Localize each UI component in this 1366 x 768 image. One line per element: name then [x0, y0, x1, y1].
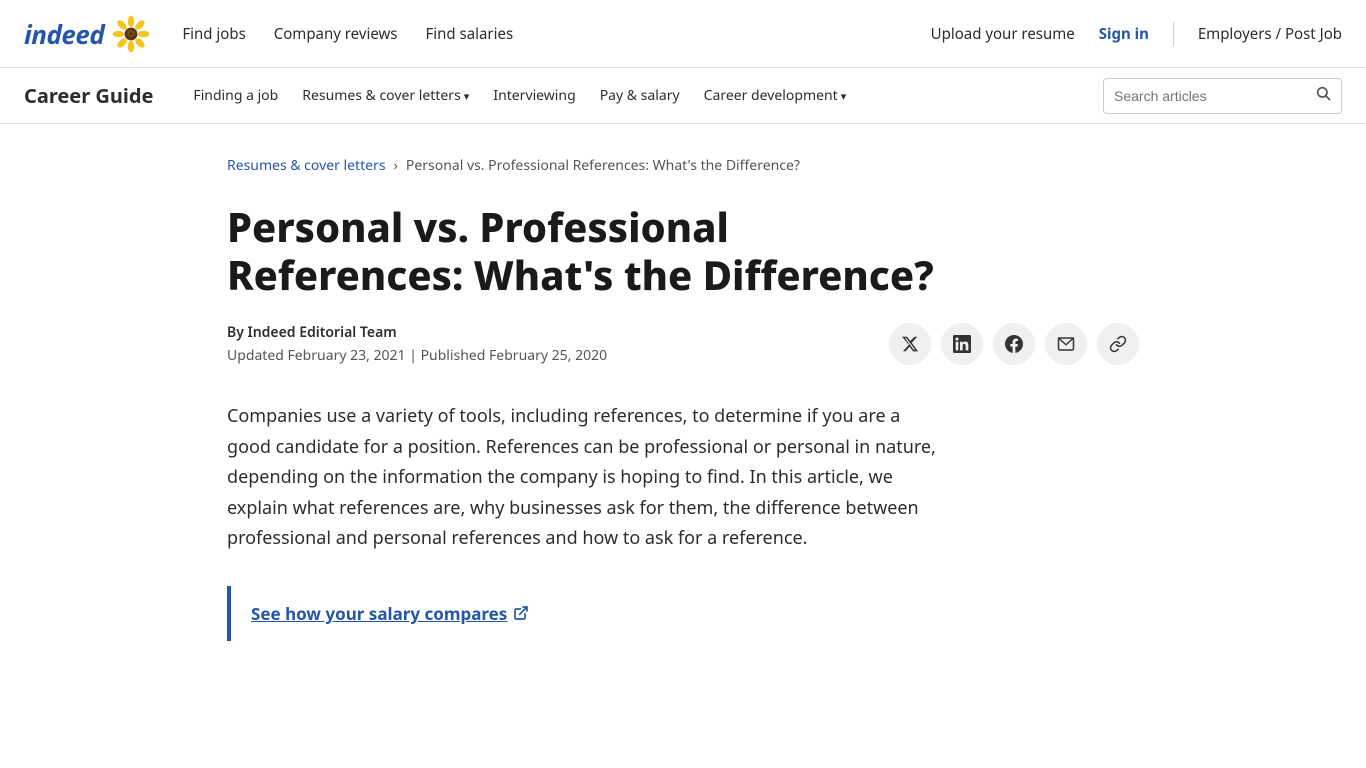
email-share-button[interactable] — [1045, 323, 1087, 365]
breadcrumb-parent-link[interactable]: Resumes & cover letters — [227, 156, 386, 175]
search-input[interactable] — [1104, 88, 1305, 104]
copy-link-button[interactable] — [1097, 323, 1139, 365]
find-jobs-link[interactable]: Find jobs — [182, 24, 245, 44]
finding-a-job-link[interactable]: Finding a job — [193, 86, 278, 105]
company-reviews-link[interactable]: Company reviews — [274, 24, 398, 44]
career-guide-title: Career Guide — [24, 82, 153, 109]
top-nav-right: Upload your resume Sign in Employers / P… — [931, 22, 1342, 46]
published-date: Published February 25, 2020 — [421, 346, 608, 365]
upload-resume-link[interactable]: Upload your resume — [931, 24, 1075, 44]
top-nav: indeed — [0, 0, 1366, 68]
indeed-logo: indeed — [24, 16, 104, 52]
search-icon — [1315, 85, 1331, 101]
salary-cta-link[interactable]: See how your salary compares — [251, 602, 529, 625]
pay-salary-link[interactable]: Pay & salary — [600, 86, 680, 105]
date-separator: | — [409, 346, 420, 365]
sunflower-icon — [112, 15, 150, 53]
article-intro: Companies use a variety of tools, includ… — [227, 401, 937, 554]
salary-cta: See how your salary compares — [227, 586, 1139, 641]
career-dropdown-arrow: ▾ — [841, 89, 847, 104]
logo-area[interactable]: indeed — [24, 15, 150, 53]
search-box[interactable] — [1103, 78, 1342, 114]
breadcrumb-separator: › — [394, 156, 398, 175]
twitter-icon — [901, 335, 919, 353]
article-title: Personal vs. Professional References: Wh… — [227, 203, 967, 299]
main-content: Resumes & cover letters › Personal vs. P… — [0, 124, 1366, 673]
sub-nav: Career Guide Finding a job Resumes & cov… — [0, 68, 1366, 124]
facebook-icon — [1005, 335, 1023, 353]
share-buttons — [889, 323, 1139, 365]
find-salaries-link[interactable]: Find salaries — [425, 24, 513, 44]
updated-date: Updated February 23, 2021 — [227, 346, 406, 365]
interviewing-link[interactable]: Interviewing — [493, 86, 575, 105]
external-link-icon — [513, 605, 529, 621]
salary-cta-label: See how your salary compares — [251, 602, 507, 625]
article-body: Companies use a variety of tools, includ… — [227, 401, 1139, 641]
resumes-cover-letters-link[interactable]: Resumes & cover letters▾ — [302, 86, 469, 105]
link-icon — [1109, 335, 1127, 353]
article-meta: By Indeed Editorial Team Updated Februar… — [227, 323, 607, 365]
meta-share-row: By Indeed Editorial Team Updated Februar… — [227, 323, 1139, 365]
sign-in-link[interactable]: Sign in — [1099, 24, 1149, 44]
career-development-link[interactable]: Career development▾ — [704, 86, 847, 105]
twitter-share-button[interactable] — [889, 323, 931, 365]
linkedin-icon — [953, 335, 971, 353]
search-button[interactable] — [1305, 85, 1341, 106]
breadcrumb: Resumes & cover letters › Personal vs. P… — [227, 156, 1139, 175]
top-nav-links: Find jobs Company reviews Find salaries — [182, 24, 930, 44]
breadcrumb-current: Personal vs. Professional References: Wh… — [406, 156, 800, 175]
facebook-share-button[interactable] — [993, 323, 1035, 365]
employers-link[interactable]: Employers / Post Job — [1198, 24, 1342, 44]
linkedin-share-button[interactable] — [941, 323, 983, 365]
sub-nav-links: Finding a job Resumes & cover letters▾ I… — [193, 86, 1071, 105]
nav-divider — [1173, 22, 1174, 46]
email-icon — [1057, 335, 1075, 353]
article-author: By Indeed Editorial Team — [227, 323, 607, 342]
resumes-dropdown-arrow: ▾ — [464, 89, 470, 104]
article-dates: Updated February 23, 2021 | Published Fe… — [227, 346, 607, 365]
